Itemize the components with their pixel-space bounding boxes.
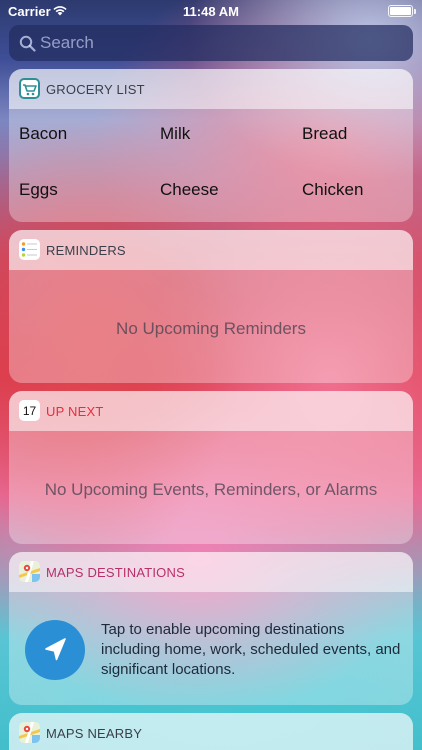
widget-header[interactable]: MAPS DESTINATIONS bbox=[9, 552, 413, 592]
widget-header[interactable]: REMINDERS bbox=[9, 230, 413, 270]
search-icon bbox=[19, 35, 36, 52]
empty-state-message: No Upcoming Events, Reminders, or Alarms bbox=[44, 480, 378, 499]
grocery-item[interactable]: Bacon bbox=[19, 124, 67, 144]
clock: 11:48 AM bbox=[183, 4, 239, 19]
grocery-list-widget: GROCERY LIST Bacon Milk Bread Eggs Chees… bbox=[9, 69, 413, 222]
grocery-item[interactable]: Chicken bbox=[302, 180, 363, 200]
widget-title: GROCERY LIST bbox=[46, 82, 145, 97]
destinations-prompt[interactable]: Tap to enable upcoming destinations incl… bbox=[101, 620, 401, 680]
calendar-icon: 17 bbox=[19, 400, 40, 421]
search-input[interactable] bbox=[40, 25, 400, 61]
widget-title: MAPS NEARBY bbox=[46, 726, 143, 741]
maps-app-icon bbox=[19, 722, 40, 743]
status-bar: Carrier 11:48 AM bbox=[0, 0, 422, 22]
battery-icon bbox=[388, 5, 416, 17]
widget-title: REMINDERS bbox=[46, 243, 126, 258]
grocery-item[interactable]: Eggs bbox=[19, 180, 58, 200]
grocery-item[interactable]: Bread bbox=[302, 124, 347, 144]
calendar-day: 17 bbox=[22, 404, 37, 418]
empty-state-message: No Upcoming Reminders bbox=[116, 319, 306, 338]
grocery-item[interactable]: Cheese bbox=[160, 180, 219, 200]
widget-title: UP NEXT bbox=[46, 404, 104, 419]
maps-app-icon bbox=[19, 561, 40, 582]
reminders-app-icon bbox=[19, 239, 40, 260]
grocery-item[interactable]: Milk bbox=[160, 124, 190, 144]
widget-header[interactable]: MAPS NEARBY bbox=[9, 713, 413, 750]
widget-header[interactable]: GROCERY LIST bbox=[9, 69, 413, 109]
grocery-app-icon bbox=[19, 78, 40, 99]
search-bar[interactable] bbox=[9, 25, 413, 61]
battery-fill bbox=[390, 7, 411, 15]
maps-destinations-widget[interactable]: MAPS DESTINATIONS Tap to enable upcoming… bbox=[9, 552, 413, 705]
maps-nearby-widget[interactable]: MAPS NEARBY bbox=[9, 713, 413, 750]
enable-destinations-button[interactable] bbox=[25, 620, 85, 680]
reminders-widget[interactable]: REMINDERS No Upcoming Reminders bbox=[9, 230, 413, 383]
location-arrow-icon bbox=[45, 638, 66, 661]
widget-header[interactable]: 17 UP NEXT bbox=[9, 391, 413, 431]
widget-title: MAPS DESTINATIONS bbox=[46, 565, 185, 580]
up-next-widget[interactable]: 17 UP NEXT No Upcoming Events, Reminders… bbox=[9, 391, 413, 544]
